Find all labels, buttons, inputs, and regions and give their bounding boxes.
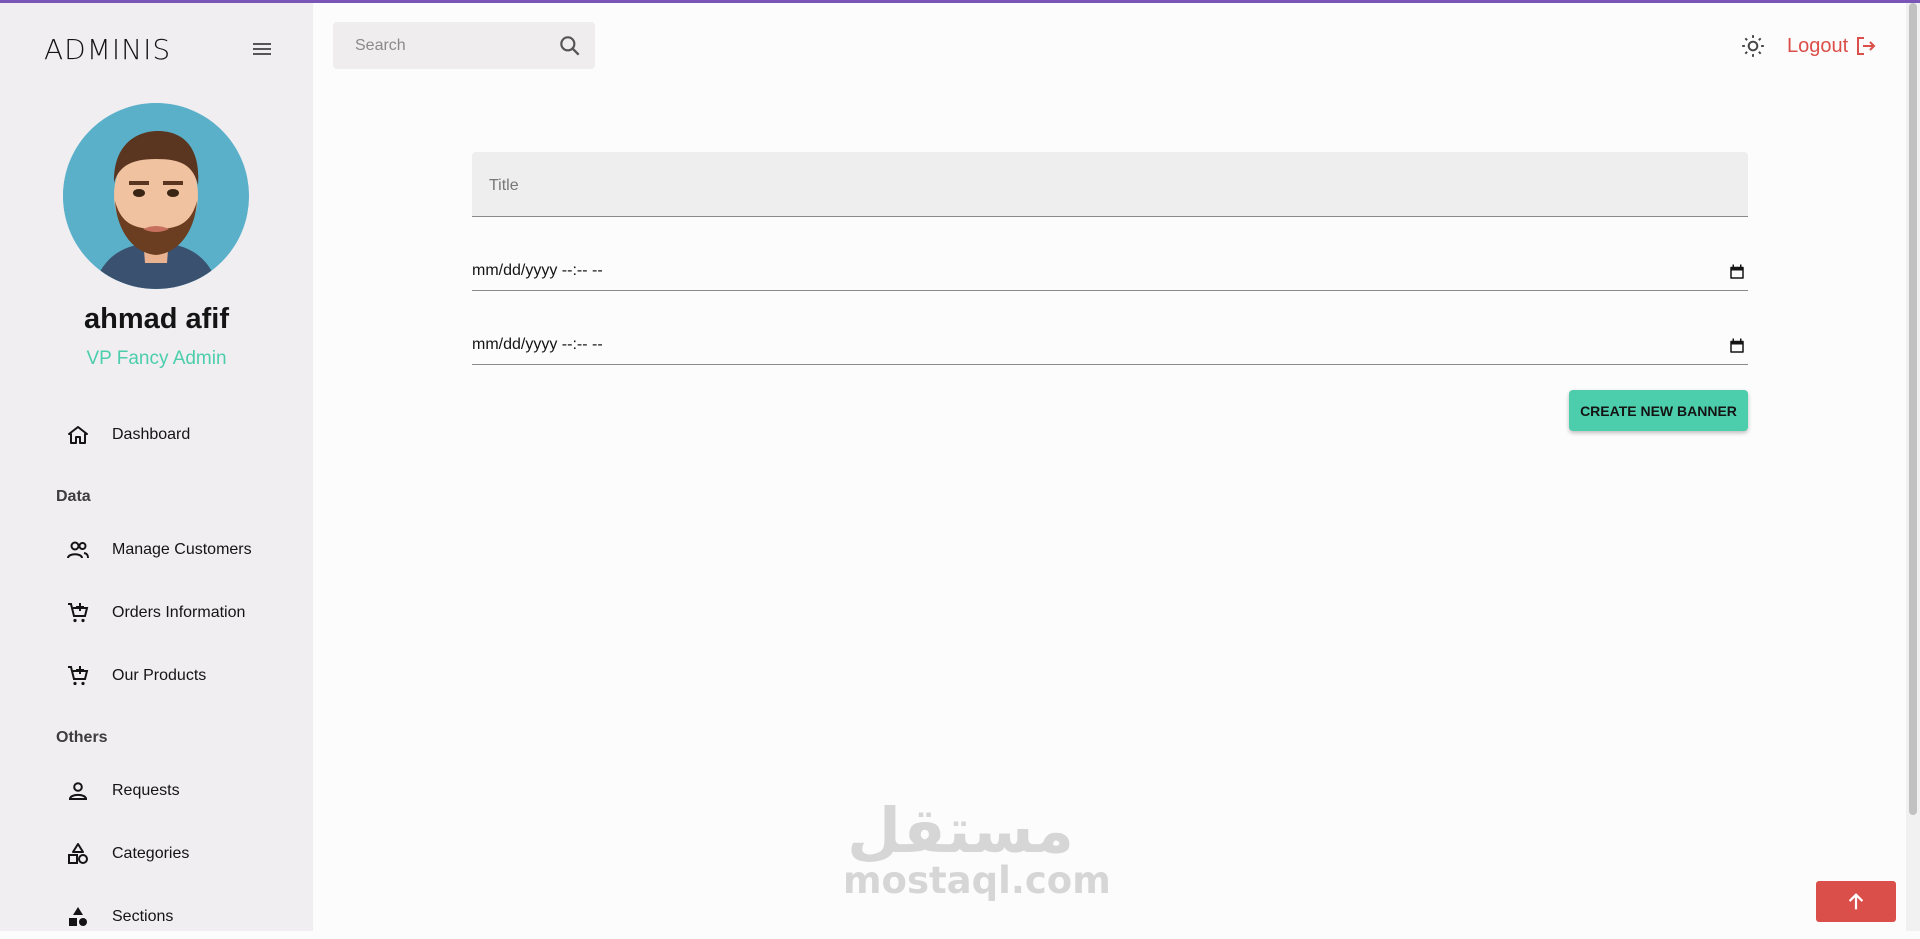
category-icon (56, 832, 100, 876)
avatar (63, 103, 249, 289)
start-date-value: mm/dd/yyyy --:-- -- (472, 262, 603, 279)
sidebar: ADMINIS ahmad afif VP Fancy Admin Dashbo (0, 3, 313, 931)
sidebar-item-manage-customers[interactable]: Manage Customers (56, 528, 252, 572)
menu-toggle-button[interactable] (250, 37, 274, 61)
people-icon (56, 528, 100, 572)
user-role: VP Fancy Admin (86, 348, 227, 369)
cart-icon (56, 591, 100, 635)
person-icon (56, 769, 100, 813)
sidebar-item-our-products[interactable]: Our Products (56, 654, 206, 698)
end-date-field[interactable]: mm/dd/yyyy --:-- -- (472, 328, 1748, 365)
sidebar-item-sections[interactable]: Sections (56, 895, 173, 939)
sidebar-item-label: Dashboard (112, 426, 191, 443)
theme-toggle-button[interactable] (1740, 33, 1766, 59)
logout-button[interactable]: Logout (1787, 30, 1878, 62)
watermark-arabic: مستقل (847, 794, 1074, 867)
brand-title: ADMINIS (44, 33, 172, 66)
hamburger-icon (253, 43, 271, 55)
title-input[interactable] (487, 172, 1731, 200)
start-date-field[interactable]: mm/dd/yyyy --:-- -- (472, 254, 1748, 291)
calendar-icon[interactable] (1728, 337, 1746, 355)
watermark: مستقل mostaql.com (843, 794, 1111, 902)
title-field (472, 152, 1748, 217)
user-name: ahmad afif (83, 303, 230, 335)
sidebar-item-label: Categories (112, 845, 190, 862)
create-new-banner-button[interactable]: CREATE NEW BANNER (1569, 390, 1748, 431)
arrow-up-icon (1848, 892, 1864, 909)
sidebar-item-label: Orders Information (112, 604, 246, 621)
cart-icon (56, 654, 100, 698)
sidebar-item-requests[interactable]: Requests (56, 769, 180, 813)
section-title-others: Others (56, 729, 108, 746)
scrollbar-thumb[interactable] (1909, 3, 1917, 815)
search-box (333, 22, 595, 69)
sidebar-item-label: Manage Customers (112, 541, 252, 558)
sidebar-item-label: Requests (112, 782, 180, 799)
logout-label: Logout (1787, 34, 1849, 57)
sidebar-item-orders-information[interactable]: Orders Information (56, 591, 245, 635)
watermark-latin: mostaql.com (843, 859, 1111, 902)
section-title-data: Data (56, 488, 91, 505)
search-button[interactable] (557, 33, 583, 59)
search-input[interactable] (353, 34, 547, 58)
sun-icon (1742, 35, 1764, 57)
home-icon (56, 413, 100, 457)
shapes-icon (56, 895, 100, 939)
sidebar-item-label: Our Products (112, 667, 207, 684)
end-date-value: mm/dd/yyyy --:-- -- (472, 336, 603, 353)
search-icon (560, 36, 580, 56)
page-scrollbar[interactable] (1906, 3, 1920, 931)
sidebar-item-label: Sections (112, 908, 174, 925)
logout-icon (1857, 37, 1876, 55)
sidebar-item-categories[interactable]: Categories (56, 832, 189, 876)
calendar-icon[interactable] (1728, 263, 1746, 281)
scroll-to-top-button[interactable] (1816, 881, 1896, 922)
sidebar-item-dashboard[interactable]: Dashboard (56, 413, 190, 457)
